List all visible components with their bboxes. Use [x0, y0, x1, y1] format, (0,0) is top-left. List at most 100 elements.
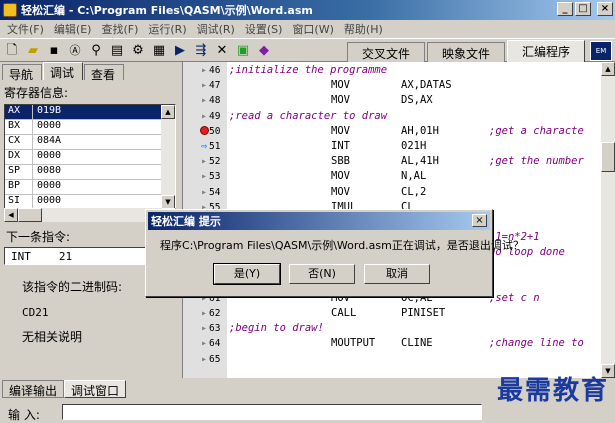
- register-row[interactable]: BX 0000: [5, 120, 175, 135]
- code-line[interactable]: ▸ 54 MOV CL,2: [183, 186, 602, 201]
- menu-window[interactable]: 窗口(W): [287, 21, 338, 37]
- line-dot-icon[interactable]: ▸: [199, 111, 209, 122]
- register-row[interactable]: DX 0000: [5, 150, 175, 165]
- line-dot-icon[interactable]: ▸: [199, 171, 209, 182]
- scroll-up-icon[interactable]: ▲: [161, 105, 175, 119]
- register-row[interactable]: CX 084A: [5, 135, 175, 150]
- line-number: 50: [209, 125, 221, 137]
- dialog-buttons: 是(Y) 否(N) 取消: [213, 263, 430, 285]
- register-value: 0000: [37, 120, 62, 131]
- app-icon: [3, 3, 17, 17]
- tools-icon[interactable]: ✕: [213, 41, 231, 59]
- tab-cross-file[interactable]: 交叉文件: [346, 42, 425, 62]
- tab-map-file[interactable]: 映象文件: [426, 42, 505, 62]
- code-line[interactable]: ▸ 53 MOV N,AL: [183, 170, 602, 185]
- title-bar: 轻松汇编 - C:\Program Files\QASM\示例\Word.asm…: [0, 0, 615, 20]
- register-row[interactable]: SP 0080: [5, 165, 175, 180]
- code-args: N,AL: [401, 170, 427, 183]
- menu-file[interactable]: 文件(F): [2, 21, 49, 37]
- register-value: 0000: [37, 195, 62, 206]
- code-line[interactable]: ▸ 47 MOV AX,DATAS: [183, 79, 602, 94]
- code-line[interactable]: ▸ 62 CALL PINISET: [183, 307, 602, 322]
- register-name: SP: [5, 165, 33, 179]
- exit-debug-dialog: 轻松汇编 提示 × 程序C:\Program Files\QASM\示例\Wor…: [145, 209, 524, 297]
- code-args: PINISET: [401, 307, 446, 319]
- line-number: 64: [209, 338, 221, 350]
- new-file-icon[interactable]: 🗋: [3, 41, 21, 59]
- find-icon[interactable]: Ⓐ: [66, 41, 84, 59]
- line-dot-icon[interactable]: ▸: [199, 80, 209, 91]
- no-button[interactable]: 否(N): [289, 264, 355, 284]
- register-row[interactable]: BP 0000: [5, 180, 175, 195]
- em-corner-icon[interactable]: EM: [590, 41, 612, 61]
- line-dot-icon[interactable]: ▸: [199, 187, 209, 198]
- current-line-arrow-icon[interactable]: ⇨: [199, 141, 209, 152]
- line-dot-icon[interactable]: ▸: [199, 323, 209, 334]
- next-arg: 21: [58, 249, 73, 263]
- green-book-icon[interactable]: ▣: [234, 41, 252, 59]
- code-line[interactable]: ▸ 49 ;read a character to draw: [183, 110, 602, 125]
- register-value: 0080: [37, 165, 62, 176]
- tab-compile-output[interactable]: 编译输出: [2, 380, 65, 398]
- open-folder-icon[interactable]: ▰: [24, 41, 42, 59]
- menu-help[interactable]: 帮助(H): [339, 21, 388, 37]
- memory-icon[interactable]: ▦: [150, 41, 168, 59]
- step-icon[interactable]: ⇶: [192, 41, 210, 59]
- code-args: AH,01H: [401, 124, 439, 137]
- scroll-up-icon[interactable]: ▲: [601, 62, 615, 76]
- code-args: 021H: [401, 139, 427, 152]
- menu-edit[interactable]: 编辑(E): [49, 21, 97, 37]
- code-op: INT: [331, 139, 350, 152]
- line-dot-icon[interactable]: ▸: [199, 95, 209, 106]
- code-line[interactable]: ⇨ 51 INT 021H: [183, 140, 602, 155]
- line-dot-icon[interactable]: ▸: [199, 156, 209, 167]
- tab-asm-program[interactable]: 汇编程序: [506, 40, 585, 62]
- line-dot-icon[interactable]: ▸: [199, 338, 209, 349]
- menu-find[interactable]: 查找(F): [96, 21, 143, 37]
- scroll-left-icon[interactable]: ◀: [4, 208, 18, 222]
- editor-scrollbar[interactable]: ▲ ▼: [601, 62, 615, 378]
- settings-icon[interactable]: ⚙: [129, 41, 147, 59]
- editor-scroll-thumb[interactable]: [601, 142, 615, 172]
- save-icon[interactable]: ▪: [45, 41, 63, 59]
- tab-navigate[interactable]: 导航: [2, 64, 43, 82]
- line-dot-icon[interactable]: ▸: [199, 308, 209, 319]
- code-line[interactable]: ▸ 46 ;initialize the programme: [183, 64, 602, 79]
- register-name: BP: [5, 180, 33, 194]
- binoculars-icon[interactable]: ⚲: [87, 41, 105, 59]
- registers-scrollbar[interactable]: ▲ ▼: [161, 105, 175, 209]
- minimize-icon[interactable]: _: [557, 2, 573, 16]
- code-comment: ;read a character to draw: [229, 109, 388, 122]
- purple-book-icon[interactable]: ◆: [255, 41, 273, 59]
- code-line[interactable]: ▸ 48 MOV DS,AX: [183, 94, 602, 109]
- menu-settings[interactable]: 设置(S): [240, 21, 288, 37]
- compile-icon[interactable]: ▤: [108, 41, 126, 59]
- scroll-down-icon[interactable]: ▼: [161, 195, 175, 209]
- menu-run[interactable]: 运行(R): [143, 21, 191, 37]
- yes-button[interactable]: 是(Y): [213, 263, 281, 285]
- code-line[interactable]: ▸ 65: [183, 353, 602, 368]
- tab-view[interactable]: 查看: [84, 64, 125, 82]
- hscroll-thumb[interactable]: [18, 208, 42, 222]
- code-args: AX,DATAS: [401, 79, 452, 92]
- dialog-close-icon[interactable]: ×: [472, 214, 487, 227]
- register-row[interactable]: AX 019B: [5, 105, 175, 120]
- run-icon[interactable]: ▶: [171, 41, 189, 59]
- cancel-button[interactable]: 取消: [364, 264, 430, 284]
- line-dot-icon[interactable]: ▸: [199, 354, 209, 365]
- tab-debug-window[interactable]: 调试窗口: [64, 380, 127, 398]
- code-line[interactable]: ▸ 63 ;begin to draw!: [183, 322, 602, 337]
- line-number: 54: [209, 186, 221, 198]
- breakpoint-icon[interactable]: [199, 125, 209, 138]
- menu-debug[interactable]: 调试(R): [192, 21, 240, 37]
- line-dot-icon[interactable]: ▸: [199, 65, 209, 76]
- dialog-message: 程序C:\Program Files\QASM\示例\Word.asm正在调试，…: [160, 239, 524, 252]
- code-line[interactable]: 50 MOV AH,01H ;get a characte: [183, 125, 602, 140]
- line-number: 63: [209, 323, 221, 335]
- maximize-icon[interactable]: □: [575, 2, 591, 16]
- register-value: 084A: [37, 135, 62, 146]
- code-line[interactable]: ▸ 52 SBB AL,41H ;get the number: [183, 155, 602, 170]
- code-line[interactable]: ▸ 64 MOUTPUT CLINE ;change line to: [183, 337, 602, 352]
- close-icon[interactable]: ×: [597, 2, 613, 16]
- tab-debug[interactable]: 调试: [43, 62, 84, 80]
